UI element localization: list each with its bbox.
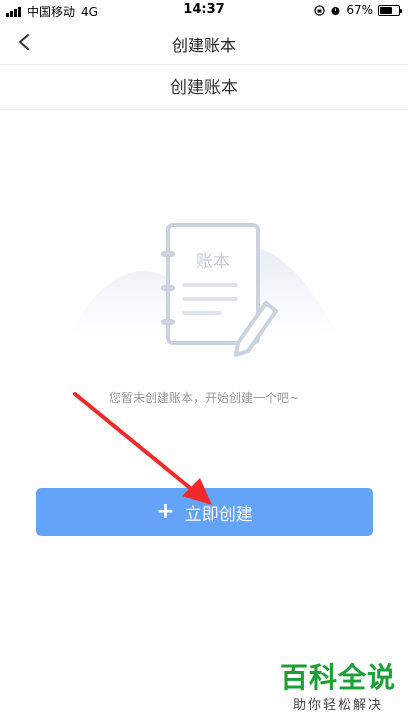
nav-title: 创建账本 [171,36,236,55]
battery-percent: 67% [346,3,373,17]
watermark-subtitle: 助你轻松解决 [292,698,383,713]
nav-bar: 创建账本 [0,20,408,64]
create-button-label: 立即创建 [184,504,253,525]
watermark: 百科全说 助你轻松解决 [279,661,396,714]
page-subtitle: 创建账本 [0,64,408,110]
create-ledger-button[interactable]: + 立即创建 [36,488,373,536]
empty-state-text: 您暂未创建账本，开始创建一个吧~ [108,391,300,405]
illustration-label: 账本 [196,252,230,272]
status-right: 67% [314,3,402,17]
battery-fill [380,6,393,14]
empty-ledger-illustration: 账本 [70,223,340,357]
watermark-title: 百科全说 [279,661,396,694]
battery-icon [378,4,402,16]
status-bar: 中国移动 4G 14:37 67% [0,0,408,20]
plus-icon: + [156,499,175,524]
alarm-icon [331,6,340,15]
orientation-lock-icon [314,4,325,16]
